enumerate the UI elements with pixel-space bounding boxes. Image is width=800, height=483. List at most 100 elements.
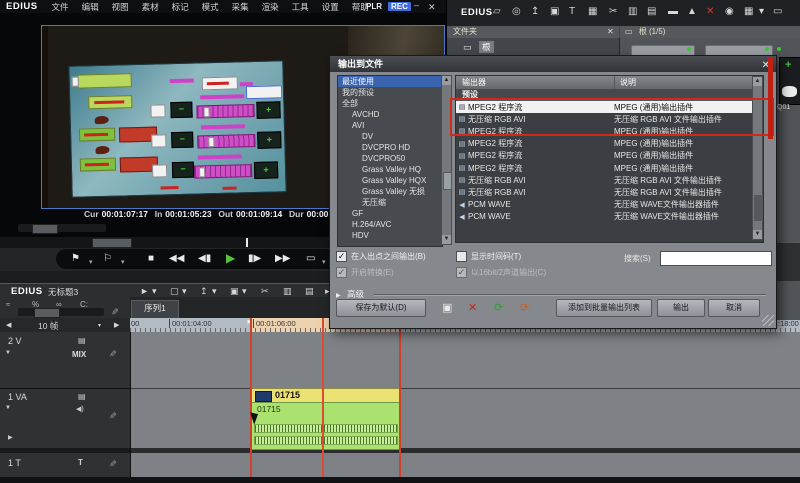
monitor-menu-icon[interactable]: ▾ xyxy=(322,256,326,270)
video-track-icon[interactable]: ▤ xyxy=(78,392,86,401)
cancel-button[interactable]: 取消 xyxy=(708,299,760,317)
preset-tree-item[interactable]: 最近使用 xyxy=(338,76,442,87)
preset-tree-item[interactable]: 全部 xyxy=(338,98,442,109)
mixer-badge[interactable]: MIX xyxy=(72,350,86,359)
next-frame-icon[interactable]: ▮▶ xyxy=(248,252,261,266)
between-in-out-checkbox[interactable]: ✓ 在入出点之间输出(B) xyxy=(336,251,426,262)
mark-out-menu-icon[interactable]: ▾ xyxy=(121,256,125,270)
timeline-cursor-line[interactable] xyxy=(322,318,324,477)
select-tool-icon[interactable]: ► xyxy=(140,286,149,296)
save-menu-icon[interactable]: ▾ xyxy=(242,286,247,297)
image-icon[interactable]: ▦ xyxy=(588,6,597,17)
fast-forward-icon[interactable]: ▶▶ xyxy=(275,252,290,266)
mark-in-icon[interactable]: ⚑ xyxy=(71,252,80,266)
pin-icon[interactable]: ▬ xyxy=(668,6,678,17)
shuttle-handle[interactable] xyxy=(32,224,58,234)
menu-item[interactable]: 标记 xyxy=(172,1,189,13)
track-lock-pen-icon[interactable]: ✎ xyxy=(106,412,117,420)
snap-menu-icon[interactable]: ▾ xyxy=(98,322,101,329)
preset-tree-item[interactable]: AVCHD xyxy=(338,109,442,120)
mark-in-menu-icon[interactable]: ▾ xyxy=(89,256,93,270)
mark-out-icon[interactable]: ⚐ xyxy=(103,252,112,266)
dialog-title-bar[interactable]: 输出到文件 ✕ xyxy=(330,56,776,72)
cut-icon[interactable]: ✂ xyxy=(609,6,617,17)
video-track-icon[interactable]: ▤ xyxy=(78,336,86,345)
shuttle-slider[interactable] xyxy=(18,224,106,234)
prev-frame-icon[interactable]: ◀▮ xyxy=(198,252,211,266)
search-icon[interactable]: ◎ xyxy=(512,6,521,17)
preset-tree-item[interactable]: DV xyxy=(338,131,442,142)
save-default-button[interactable]: 保存为默认(D) xyxy=(336,299,426,317)
menu-item[interactable]: 渲染 xyxy=(262,1,279,13)
preset-tree-item[interactable]: 我的预设 xyxy=(338,87,442,98)
bin-briefcase-icon[interactable]: ▭ xyxy=(773,6,782,17)
sequence-tab[interactable]: 序列1 xyxy=(131,300,179,318)
column-desc[interactable]: 说明 xyxy=(614,76,636,89)
clip-body[interactable]: 01715 xyxy=(251,402,401,450)
cut-clip-icon[interactable]: ✂ xyxy=(261,286,269,297)
menu-item[interactable]: 视图 xyxy=(112,1,129,13)
delete-icon[interactable]: ✕ xyxy=(706,6,714,17)
delete-preset-icon[interactable]: ✕ xyxy=(468,301,477,314)
expand-track-icon[interactable]: ▼ xyxy=(5,350,11,356)
scroll-down-icon[interactable]: ▼ xyxy=(753,230,762,239)
plr-mode-button[interactable]: PLR xyxy=(366,2,382,11)
sync-mode-icon[interactable]: ≈ xyxy=(6,300,10,309)
export-menu-icon[interactable]: ▾ xyxy=(212,286,217,297)
export-icon[interactable]: ▣ xyxy=(550,6,559,17)
track-lock-pen-icon[interactable]: ✎ xyxy=(106,460,117,468)
expand-audio-icon[interactable]: ▶ xyxy=(8,434,13,441)
open-folder-icon[interactable]: ▱ xyxy=(493,6,501,17)
exporter-row[interactable]: ▤ MPEG2 程序流 MPEG (通用)输出插件 xyxy=(456,162,752,174)
capture-icon[interactable]: ◉ xyxy=(725,6,734,17)
exporter-row[interactable]: ◀ PCM WAVE 无压缩 WAVE文件输出器插件 xyxy=(456,199,752,211)
timeline-zoom-slider[interactable] xyxy=(18,308,104,318)
preset-tree-item[interactable]: H.264/AVC xyxy=(338,219,442,230)
copy-clip-icon[interactable]: ▥ xyxy=(283,286,292,297)
title-tool-icon[interactable]: T xyxy=(569,6,575,17)
preset-tree-item[interactable]: Grass Valley HQ xyxy=(338,164,442,175)
search-input[interactable] xyxy=(660,251,772,266)
track-name[interactable]: 2 V xyxy=(8,336,22,346)
snap-increase-icon[interactable]: ▶ xyxy=(114,321,119,329)
import-preset-icon[interactable]: ⟳ xyxy=(494,301,503,314)
scroll-down-icon[interactable]: ▼ xyxy=(442,235,451,244)
snap-decrease-icon[interactable]: ◀ xyxy=(6,321,11,329)
save-preset-icon[interactable]: ▣ xyxy=(442,301,452,314)
track-name[interactable]: 1 VA xyxy=(8,392,27,402)
play-icon[interactable]: ▶ xyxy=(226,251,235,265)
menu-item[interactable]: 采集 xyxy=(232,1,249,13)
menu-item[interactable]: 编辑 xyxy=(82,1,99,13)
exporter-row[interactable]: ◀ PCM WAVE 无压缩 WAVE文件输出器插件 xyxy=(456,211,752,223)
column-exporter[interactable]: 输出器 xyxy=(462,76,486,89)
select-tool-menu-icon[interactable]: ▾ xyxy=(152,286,157,297)
preset-tree-item[interactable]: GF xyxy=(338,208,442,219)
exporter-row[interactable]: ▤ 无压缩 RGB AVI 无压缩 RGB AVI 文件输出插件 xyxy=(456,174,752,186)
scroll-up-icon[interactable]: ▲ xyxy=(442,76,451,85)
monitor-output-icon[interactable]: ▭ xyxy=(306,252,315,266)
expand-track-icon[interactable]: ▼ xyxy=(5,405,11,411)
menu-item[interactable]: 设置 xyxy=(322,1,339,13)
export-preset-icon[interactable]: ⟳ xyxy=(520,301,529,314)
audio-track-icon[interactable]: ◀) xyxy=(76,405,84,413)
minimize-button[interactable]: – xyxy=(414,0,419,10)
scroll-thumb[interactable] xyxy=(754,195,763,221)
save-project-icon[interactable]: ▣ xyxy=(230,286,239,297)
track-lanes[interactable] xyxy=(130,332,800,478)
export-button[interactable]: 输出 xyxy=(657,299,705,317)
export-project-icon[interactable]: ↥ xyxy=(200,286,208,297)
view-menu-icon[interactable]: ▾ xyxy=(759,6,764,17)
menu-item[interactable]: 素材 xyxy=(142,1,159,13)
close-window-icon[interactable]: ✕ xyxy=(428,2,436,13)
preset-tree-item[interactable]: DVCPRO HD xyxy=(338,142,442,153)
position-handle[interactable] xyxy=(92,238,132,248)
exporter-row[interactable]: ▤ MPEG2 程序流 MPEG (通用)输出插件 xyxy=(456,150,752,162)
preset-tree-item[interactable]: HDV xyxy=(338,230,442,241)
preset-tree-item[interactable]: Grass Valley 无损 xyxy=(338,186,442,197)
preset-tree-item[interactable]: DVCPRO50 xyxy=(338,153,442,164)
rec-mode-button[interactable]: REC xyxy=(388,2,411,11)
menu-item[interactable]: 文件 xyxy=(52,1,69,13)
new-sequence-menu-icon[interactable]: ▾ xyxy=(182,286,187,297)
pen-icon[interactable]: ✎ xyxy=(108,308,119,316)
menu-item[interactable]: 模式 xyxy=(202,1,219,13)
